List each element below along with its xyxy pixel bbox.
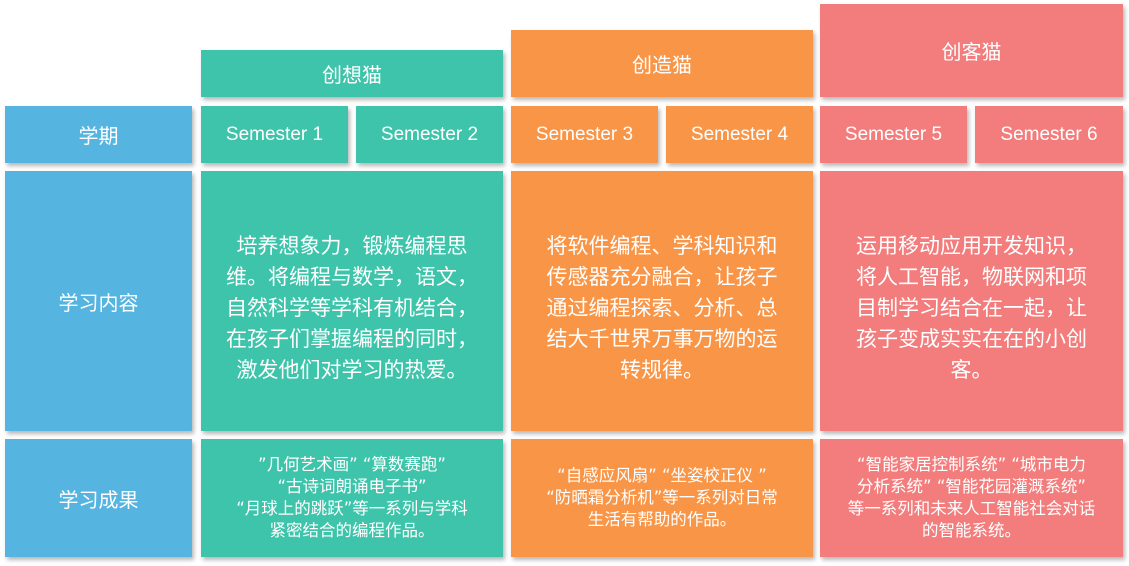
row-label-results: 学习成果 [5,439,192,557]
semester-2-label: Semester 2 [380,123,479,145]
content-line: 激发他们对学习的热爱。 [236,358,468,382]
content-line: 自然科学等学科有机结合， [226,296,478,320]
results-cell-2: “自感应风扇” “坐姿校正仪 ” “防晒霜分析机”等一系列对日常 生活有帮助的作… [511,439,813,557]
semester-cell-1: Semester 1 [201,106,348,163]
group-header-2-label: 创造猫 [632,53,692,77]
content-text-2: 将软件编程、学科知识和 传感器充分融合，让孩子 通过编程探索、分析、总 结大千世… [547,231,778,386]
content-cell-1: 培养想象力，锻炼编程思 维。将编程与数学，语文， 自然科学等学科有机结合， 在孩… [201,171,503,431]
semester-1-label: Semester 1 [225,123,324,145]
content-line: 目制学习结合在一起，让 [856,296,1087,320]
results-line: 紧密结合的编程作品。 [269,521,435,540]
results-line: “防晒霜分析机”等一系列对日常 [546,488,778,507]
content-line: 通过编程探索、分析、总 [546,296,778,320]
content-line: 客。 [950,358,993,382]
results-line: 分析系统” “智能花园灌溉系统” [857,477,1086,496]
content-line: 将人工智能，物联网和项 [856,265,1087,289]
results-line: ”几何艺术画” “算数赛跑” [258,455,446,474]
group-header-3: 创客猫 [820,4,1123,97]
results-line: “智能家居控制系统” “城市电力 [857,455,1086,474]
row-label-content-text: 学习内容 [58,290,139,315]
group-header-1-label: 创想猫 [322,63,382,87]
semester-cell-2: Semester 2 [356,106,503,163]
content-line: 在孩子们掌握编程的同时， [226,327,478,351]
results-text-2: “自感应风扇” “坐姿校正仪 ” “防晒霜分析机”等一系列对日常 生活有帮助的作… [546,465,778,531]
results-line: “自感应风扇” “坐姿校正仪 ” [557,466,767,485]
semester-4-label: Semester 4 [690,123,789,145]
content-line: 运用移动应用开发知识， [856,234,1087,258]
content-line: 结大千世界万事万物的运 [546,327,778,351]
row-label-semester-text: 学期 [78,124,119,148]
semester-cell-4: Semester 4 [666,106,813,163]
content-cell-2: 将软件编程、学科知识和 传感器充分融合，让孩子 通过编程探索、分析、总 结大千世… [511,171,813,431]
content-line: 将软件编程、学科知识和 [546,234,778,258]
group-header-1: 创想猫 [201,50,503,97]
row-label-results-text: 学习成果 [58,487,139,512]
content-cell-3: 运用移动应用开发知识， 将人工智能，物联网和项 目制学习结合在一起，让 孩子变成… [820,171,1123,431]
content-line: 孩子变成实实在在的小创 [856,327,1087,351]
results-line: 等一系列和未来人工智能社会对话 [847,499,1096,518]
semester-6-label: Semester 6 [1000,123,1098,145]
results-line: 生活有帮助的作品。 [587,510,737,529]
content-text-1: 培养想象力，锻炼编程思 维。将编程与数学，语文， 自然科学等学科有机结合， 在孩… [226,231,478,386]
content-text-3: 运用移动应用开发知识， 将人工智能，物联网和项 目制学习结合在一起，让 孩子变成… [856,231,1087,386]
results-text-3: “智能家居控制系统” “城市电力 分析系统” “智能花园灌溉系统” 等一系列和未… [848,454,1096,542]
group-header-3-label: 创客猫 [941,40,1002,64]
semester-cell-6: Semester 6 [975,106,1123,163]
content-line: 转规律。 [620,358,704,382]
content-line: 传感器充分融合，让孩子 [546,265,778,289]
row-label-semester: 学期 [5,106,192,163]
results-cell-3: “智能家居控制系统” “城市电力 分析系统” “智能花园灌溉系统” 等一系列和未… [820,439,1123,557]
results-line: 的智能系统。 [922,521,1021,540]
semester-3-label: Semester 3 [535,123,634,145]
semester-cell-5: Semester 5 [820,106,967,163]
group-header-2: 创造猫 [511,30,813,97]
results-cell-1: ”几何艺术画” “算数赛跑” “古诗词朗诵电子书” “月球上的跳跃”等一系列与学… [201,439,503,557]
content-line: 培养想象力，锻炼编程思 [236,234,468,258]
results-text-1: ”几何艺术画” “算数赛跑” “古诗词朗诵电子书” “月球上的跳跃”等一系列与学… [236,454,468,542]
row-label-content: 学习内容 [5,171,192,431]
results-line: “月球上的跳跃”等一系列与学科 [236,499,468,518]
semester-5-label: Semester 5 [844,123,943,145]
content-line: 维。将编程与数学，语文， [226,265,478,289]
semester-cell-3: Semester 3 [511,106,658,163]
results-line: “古诗词朗诵电子书” [277,477,427,496]
